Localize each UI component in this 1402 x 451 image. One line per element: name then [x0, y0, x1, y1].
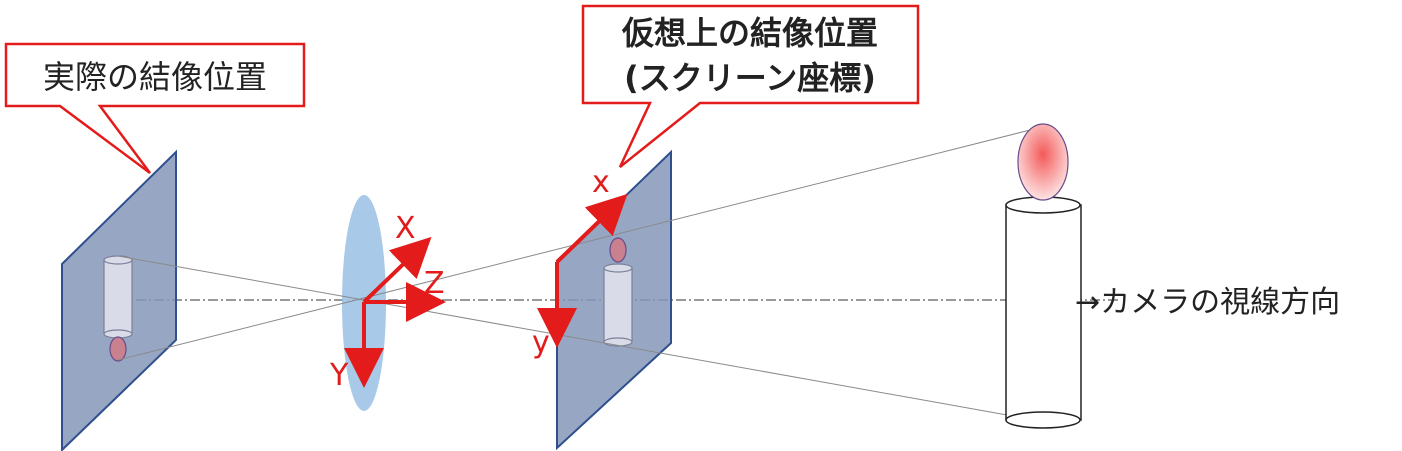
candle-object: [1005, 123, 1082, 429]
lens-x-label: X: [395, 211, 416, 246]
callout-virtual-text-line2: (スクリーン座標): [624, 59, 876, 97]
callout-actual-image-position: 実際の結像位置: [4, 42, 306, 175]
lens-z-label: Z: [424, 266, 445, 301]
callout-virtual-image-position: 仮想上の結像位置 (スクリーン座標): [581, 4, 920, 168]
screen-x-label: x: [592, 165, 610, 200]
view-direction-label: →カメラの視線方向: [1075, 285, 1340, 320]
candle-flame: [1017, 123, 1069, 201]
screen-y-label: y: [532, 325, 550, 360]
lens-y-label: Y: [329, 358, 349, 393]
callout-virtual-text-line1: 仮想上の結像位置: [621, 14, 878, 52]
camera-projection-diagram: X Z Y x y 実際の結像位置 仮想上の結像位置 (スクリーン座標) →カメ…: [0, 0, 1402, 451]
callout-actual-text: 実際の結像位置: [43, 58, 267, 96]
